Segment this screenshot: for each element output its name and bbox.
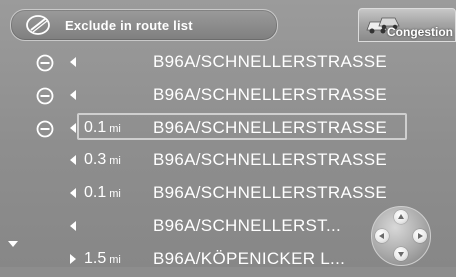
distance-value: 0.1 mi [84, 184, 144, 202]
nav-right-button[interactable] [413, 229, 427, 243]
distance-value: 1.5 mi [84, 250, 144, 268]
exclude-pen-icon [26, 15, 50, 35]
route-list-item[interactable]: B96A/SCHNELLERSTRASSE [0, 47, 456, 80]
exclude-label: Exclude in route list [65, 17, 193, 33]
distance-value: 0.3 mi [84, 151, 144, 169]
arrow-up-icon [398, 214, 404, 219]
distance-unit: mi [109, 122, 121, 135]
street-name: B96A/SCHNELLERST... [153, 216, 342, 235]
distance-value [84, 217, 144, 235]
excluded-minus-icon[interactable] [36, 120, 54, 138]
nav-left-button[interactable] [375, 229, 389, 243]
distance-number: 0.1 [84, 184, 107, 202]
scroll-down-icon[interactable] [8, 241, 18, 247]
excluded-minus-icon[interactable] [36, 54, 54, 72]
turn-left-arrow-icon [70, 89, 76, 100]
street-name: B96A/KÖPENICKER L... [153, 248, 346, 268]
route-list-item[interactable]: 0.1 mi B96A/SCHNELLERSTRASSE [0, 112, 456, 146]
distance-number: 1.5 [84, 249, 107, 267]
excluded-minus-icon[interactable] [36, 87, 54, 105]
turn-left-arrow-icon [70, 221, 76, 231]
turn-left-arrow-icon [70, 188, 76, 199]
turn-right-arrow-icon [70, 253, 76, 264]
arrow-down-icon [398, 252, 404, 257]
street-name: B96A/SCHNELLERSTRASSE [153, 117, 387, 137]
turn-left-arrow-icon [70, 57, 76, 67]
distance-value [84, 53, 144, 71]
distance-unit: mi [109, 188, 121, 201]
nav-down-button[interactable] [394, 247, 408, 261]
route-list-screen: Exclude in route list Congestion B96A/SC… [0, 0, 456, 268]
distance-value: 0.1 mi [84, 119, 144, 137]
arrow-left-icon [379, 233, 384, 239]
distance-value [84, 86, 144, 104]
distance-number: 0.3 [84, 151, 107, 169]
distance-unit: mi [109, 155, 121, 168]
street-name: B96A/SCHNELLERSTRASSE [153, 183, 387, 203]
street-name: B96A/SCHNELLERSTRASSE [153, 52, 387, 71]
arrow-right-icon [418, 233, 423, 239]
turn-left-arrow-icon [70, 122, 76, 133]
street-name: B96A/SCHNELLERSTRASSE [153, 150, 387, 170]
congestion-button[interactable]: Congestion [358, 8, 456, 42]
route-list-item[interactable]: B96A/SCHNELLERSTRASSE [0, 80, 456, 113]
nav-up-button[interactable] [394, 210, 408, 224]
route-list-item[interactable]: 0.1 mi B96A/SCHNELLERSTRASSE [0, 178, 456, 211]
route-list-item[interactable]: 0.3 mi B96A/SCHNELLERSTRASSE [0, 145, 456, 178]
navigation-joystick[interactable] [371, 206, 431, 266]
distance-number: 0.1 [84, 118, 107, 136]
turn-left-arrow-icon [70, 155, 76, 166]
congestion-label: Congestion [387, 25, 453, 39]
distance-unit: mi [109, 253, 121, 266]
street-name: B96A/SCHNELLERSTRASSE [153, 84, 387, 104]
exclude-in-route-list-button[interactable]: Exclude in route list [10, 9, 278, 41]
